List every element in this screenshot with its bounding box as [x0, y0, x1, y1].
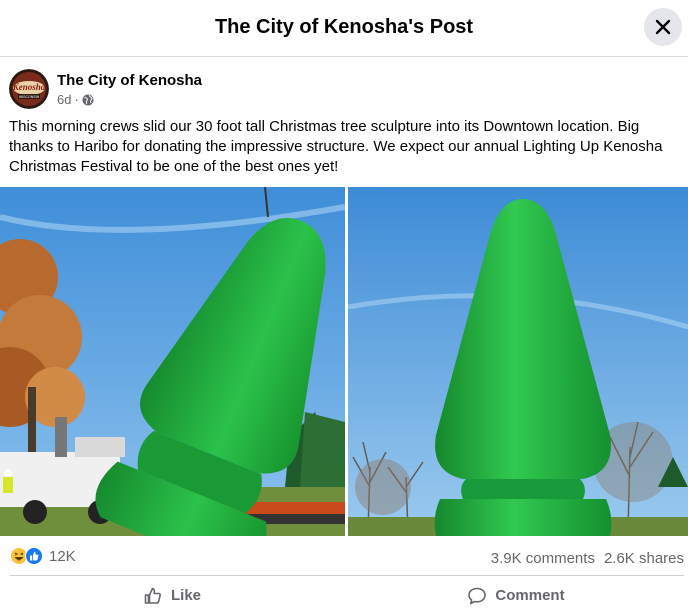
- avatar[interactable]: Kenosha WISCONSIN: [9, 69, 49, 109]
- post-stats: 12K 3.9K comments 2.6K shares: [0, 544, 688, 572]
- post-time[interactable]: 6d: [57, 92, 71, 107]
- post-text: This morning crews slid our 30 foot tall…: [9, 118, 663, 175]
- reactions-summary[interactable]: 12K: [10, 547, 76, 565]
- like-label: Like: [170, 587, 201, 604]
- globe-icon[interactable]: [82, 94, 94, 106]
- meta-separator: ·: [74, 92, 79, 107]
- comment-button[interactable]: Comment: [344, 580, 688, 611]
- post-header: Kenosha WISCONSIN The City of Kenosha 6d…: [9, 69, 669, 111]
- modal-header: The City of Kenosha's Post: [0, 0, 688, 57]
- photo-2[interactable]: [348, 187, 688, 536]
- close-icon: [655, 19, 671, 35]
- engagement-counts: 3.9K comments 2.6K shares: [491, 550, 684, 567]
- photo-1[interactable]: [0, 187, 345, 536]
- like-icon: [25, 547, 43, 565]
- close-button[interactable]: [644, 8, 682, 46]
- like-button[interactable]: Like: [0, 580, 344, 611]
- modal-title: The City of Kenosha's Post: [214, 16, 474, 38]
- action-bar: Like Comment: [0, 580, 688, 611]
- post-meta: 6d ·: [57, 92, 94, 107]
- svg-text:Kenosha: Kenosha: [12, 82, 46, 92]
- photo-crane-lifting-green-tree-sculpture: [0, 187, 345, 536]
- divider: [10, 575, 684, 576]
- author-name[interactable]: The City of Kenosha: [57, 72, 202, 89]
- thumbs-up-icon: [144, 587, 161, 604]
- comments-count[interactable]: 3.9K comments: [491, 550, 595, 567]
- photo-grid: [0, 187, 688, 536]
- comment-label: Comment: [495, 587, 565, 604]
- reaction-count: 12K: [49, 547, 76, 565]
- shares-count[interactable]: 2.6K shares: [604, 550, 684, 567]
- kenosha-logo-icon: Kenosha WISCONSIN: [9, 69, 49, 109]
- svg-text:WISCONSIN: WISCONSIN: [19, 95, 40, 99]
- photo-green-tree-sculpture-in-park: [348, 187, 688, 536]
- comment-icon: [468, 587, 487, 604]
